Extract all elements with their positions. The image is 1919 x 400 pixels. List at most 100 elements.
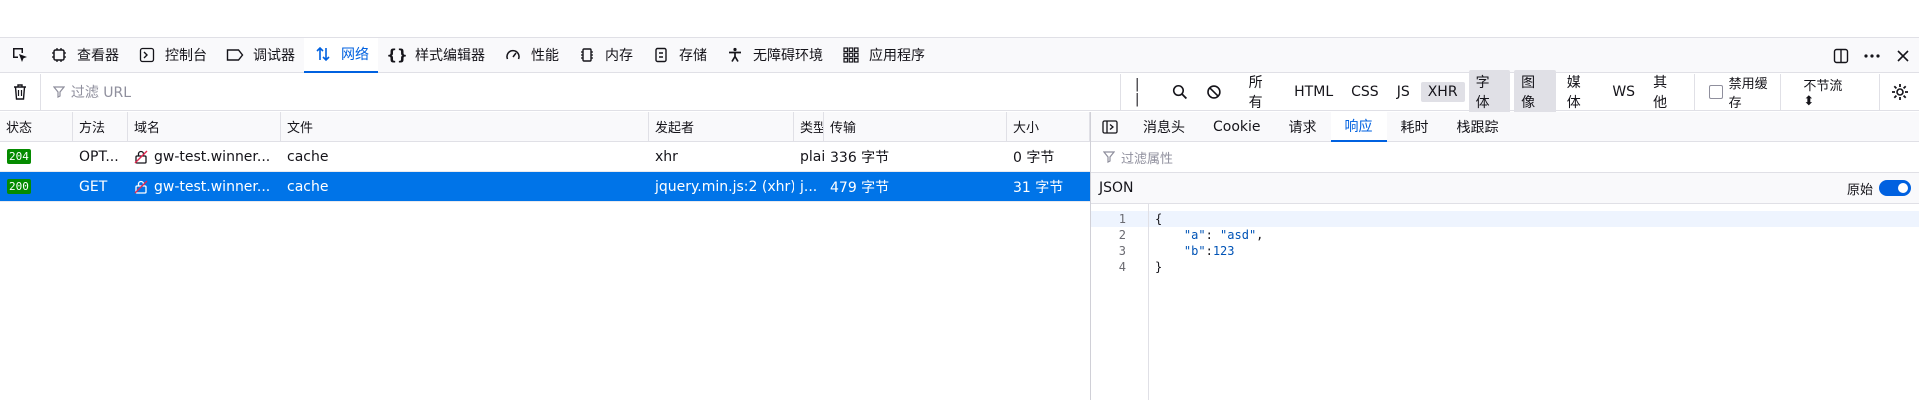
cell-status: 200 [0, 172, 73, 201]
column-header[interactable]: 传输 [824, 112, 1007, 141]
close-icon[interactable] [1895, 48, 1911, 64]
response-code-viewer[interactable]: 1{2 "a": "asd", 3 "b":123 4} [1091, 204, 1919, 400]
line-gutter [1091, 204, 1149, 400]
tab-accessibility[interactable]: 无障碍环境 [716, 38, 832, 73]
disable-cache-checkbox[interactable]: 禁用缓存 [1693, 73, 1781, 111]
block-icon[interactable] [1206, 84, 1222, 100]
initiator-text: xhr [655, 148, 678, 165]
table-row[interactable]: 200 GET gw-test.winner... cache jquery.min.j… [0, 172, 1090, 202]
type-filter-button[interactable]: 图像 [1514, 70, 1556, 114]
code-line: 2 "a": "asd", [1091, 227, 1919, 243]
json-label: JSON [1099, 180, 1134, 196]
insecure-lock-icon [134, 150, 148, 164]
type-filter-button[interactable]: CSS [1344, 82, 1386, 102]
column-header[interactable]: 大小 [1007, 112, 1090, 141]
details-tab[interactable]: 消息头 [1129, 112, 1199, 142]
domain-text: gw-test.winner... [154, 178, 271, 195]
type-filter-button[interactable]: 所有 [1242, 70, 1284, 114]
tab-label: 应用程序 [869, 48, 925, 64]
application-icon [841, 45, 861, 65]
dock-icon[interactable] [1833, 48, 1849, 64]
json-header: JSON 原始 [1091, 173, 1919, 204]
insecure-lock-icon [134, 180, 148, 194]
tab-performance[interactable]: 性能 [494, 38, 568, 73]
picker-icon [13, 48, 27, 62]
column-header[interactable]: 方法 [73, 112, 128, 141]
type-filter-button[interactable]: XHR [1420, 82, 1465, 102]
status-badge: 204 [7, 149, 31, 164]
column-header[interactable]: 状态 [0, 112, 73, 141]
type-filter-group: 所有 HTML CSS JS XHR 字体 图像 媒体 WS 其他 [1236, 70, 1688, 114]
search-icon[interactable] [1172, 84, 1188, 100]
cell-file: cache [281, 142, 649, 171]
throttle-select[interactable]: 不节流 ⬍ [1780, 73, 1879, 111]
property-filter-input[interactable]: 过滤属性 [1091, 142, 1919, 173]
column-header[interactable]: 域名 [128, 112, 281, 141]
gear-icon [1891, 84, 1908, 100]
tab-label: 内存 [605, 48, 633, 64]
type-text: j... [800, 178, 818, 195]
toggle-switch[interactable] [1879, 180, 1911, 196]
panel-toggle-icon [1102, 119, 1118, 134]
tab-label: 存储 [679, 48, 707, 64]
details-tab[interactable]: Cookie [1199, 112, 1275, 142]
memory-icon [577, 45, 597, 65]
accessibility-icon [725, 45, 745, 65]
type-filter-button[interactable]: 其他 [1646, 70, 1688, 114]
table-row[interactable]: 204 OPT... gw-test.winner... cache xhr plai 33… [0, 142, 1090, 172]
tab-storage[interactable]: 存储 [642, 38, 716, 73]
tab-network[interactable]: 网络 [304, 37, 378, 73]
details-tab[interactable]: 栈跟踪 [1443, 112, 1513, 142]
type-filter-button[interactable]: 媒体 [1560, 70, 1602, 114]
type-filter-button[interactable]: JS [1390, 82, 1417, 102]
tab-debugger[interactable]: 调试器 [216, 38, 304, 73]
inspector-icon [49, 45, 69, 65]
url-filter-input[interactable]: 过滤 URL [39, 73, 1120, 111]
clear-requests-button[interactable] [0, 83, 40, 101]
cell-method: GET [73, 172, 128, 201]
tab-console[interactable]: 控制台 [128, 38, 216, 73]
type-text: plai [800, 148, 824, 165]
tab-label: 性能 [531, 48, 559, 64]
details-tab[interactable]: 耗时 [1387, 112, 1443, 142]
column-header[interactable]: 文件 [281, 112, 649, 141]
type-filter-button[interactable]: 字体 [1468, 70, 1511, 114]
tab-inspector[interactable]: 查看器 [40, 38, 128, 73]
transferred-text: 479 字节 [830, 179, 890, 196]
method-text: GET [79, 178, 108, 195]
column-header[interactable]: 类型 [794, 112, 824, 141]
type-filter-button[interactable]: WS [1605, 82, 1642, 102]
toggle-sidebar-button[interactable] [1091, 119, 1129, 134]
cell-size: 0 字节 [1007, 142, 1090, 171]
cell-initiator: xhr [649, 142, 794, 171]
cell-method: OPT... [73, 142, 128, 171]
raw-toggle[interactable]: 原始 [1847, 179, 1911, 198]
tab-memory[interactable]: 内存 [568, 38, 642, 73]
method-text: OPT... [79, 148, 119, 165]
more-options-icon[interactable] [1863, 48, 1881, 64]
type-filter-button[interactable]: HTML [1287, 82, 1340, 102]
filter-icon [52, 86, 65, 98]
pause-icon[interactable]: | | [1135, 77, 1154, 107]
cell-initiator: jquery.min.js:2 (xhr) [649, 172, 794, 201]
transferred-text: 336 字节 [830, 149, 890, 166]
cell-status: 204 [0, 142, 73, 171]
network-settings-button[interactable] [1879, 73, 1919, 111]
details-tab[interactable]: 响应 [1330, 111, 1387, 142]
network-icon [313, 44, 333, 64]
property-filter-placeholder: 过滤属性 [1121, 151, 1174, 167]
cell-size: 31 字节 [1007, 172, 1090, 201]
raw-label: 原始 [1846, 182, 1873, 198]
tab-label: 调试器 [253, 48, 295, 64]
table-header: 状态 方法 域名 文件 发起者 类型 传输 大小 [0, 112, 1090, 142]
column-header[interactable]: 发起者 [649, 112, 794, 141]
cell-transferred: 336 字节 [824, 142, 1007, 171]
tab-label: 无障碍环境 [753, 48, 823, 64]
tab-application[interactable]: 应用程序 [832, 38, 934, 73]
details-tab[interactable]: 请求 [1275, 112, 1331, 142]
checkbox-box[interactable] [1708, 85, 1723, 99]
element-picker-button[interactable] [0, 38, 40, 73]
cell-type: j... [794, 172, 824, 201]
tab-style-editor[interactable]: {} 样式编辑器 [378, 38, 494, 73]
size-text: 31 字节 [1013, 179, 1064, 196]
